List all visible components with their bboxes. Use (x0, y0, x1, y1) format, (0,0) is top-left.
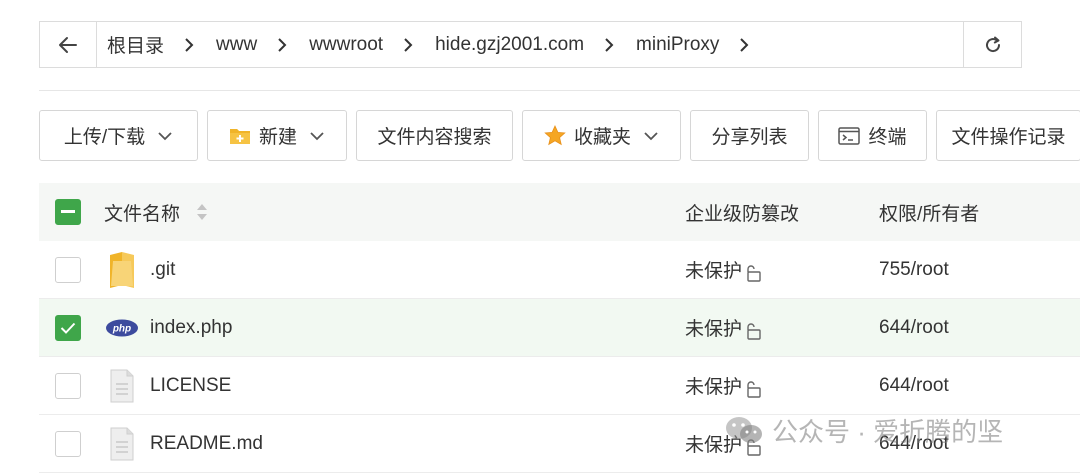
chevron-down-icon (643, 131, 659, 141)
header-protect: 企业级防篡改 (685, 203, 800, 225)
file-name-cell[interactable]: README.md (104, 427, 263, 461)
upload-download-button[interactable]: 上传/下载 (39, 110, 198, 161)
breadcrumb-item-wwwroot[interactable]: wwwroot (309, 34, 395, 56)
protect-cell[interactable]: 未保护 (685, 372, 762, 399)
table-row[interactable]: php index.php 未保护 644/root (39, 299, 1080, 357)
header-name[interactable]: 文件名称 (104, 199, 208, 226)
toolbar: 上传/下载 新建 文件内容搜索 收藏夹 分享列表 终端 文件操作记录 (39, 110, 1080, 161)
folder-icon (104, 251, 140, 289)
new-button[interactable]: 新建 (207, 110, 347, 161)
file-name-cell[interactable]: LICENSE (104, 369, 231, 403)
select-all-cell (55, 199, 81, 225)
breadcrumb: 根目录 www wwwroot hide.gzj2001.com miniPro… (97, 22, 963, 67)
upload-download-label: 上传/下载 (63, 127, 146, 148)
watermark-text: 公众号 · 爱折腾的坚 (772, 417, 1004, 447)
unlock-icon (747, 380, 761, 398)
header-perm: 权限/所有者 (879, 203, 980, 225)
table-header: 文件名称 企业级防篡改 权限/所有者 (39, 183, 1080, 241)
row-checkbox[interactable] (55, 373, 81, 399)
document-icon (104, 369, 140, 403)
breadcrumb-item-www[interactable]: www (216, 34, 269, 56)
refresh-button[interactable] (963, 22, 1021, 67)
row-check-cell (55, 257, 81, 283)
row-check-cell (55, 315, 81, 341)
sort-icon[interactable] (196, 202, 208, 222)
new-folder-icon (229, 126, 251, 145)
file-name: index.php (150, 316, 233, 338)
unlock-icon (747, 264, 761, 282)
perm-cell[interactable]: 755/root (879, 259, 949, 281)
star-icon (544, 125, 566, 146)
php-icon: php (104, 319, 140, 337)
share-list-label: 分享列表 (711, 127, 788, 148)
chevron-down-icon (157, 131, 173, 141)
perm-cell[interactable]: 644/root (879, 375, 949, 397)
file-manager: 根目录 www wwwroot hide.gzj2001.com miniPro… (0, 0, 1080, 474)
header-name-label: 文件名称 (104, 203, 181, 225)
breadcrumb-item-root[interactable]: 根目录 (107, 31, 176, 58)
watermark: 公众号 · 爱折腾的坚 (724, 412, 1003, 449)
row-checkbox[interactable] (55, 315, 81, 341)
unlock-icon (747, 322, 761, 340)
perm-cell[interactable]: 644/root (879, 317, 949, 339)
row-check-cell (55, 373, 81, 399)
file-name-cell[interactable]: .git (104, 251, 175, 289)
table-row[interactable]: .git 未保护 755/root (39, 241, 1080, 299)
chevron-right-icon (395, 37, 435, 53)
arrow-left-icon (59, 36, 77, 53)
minus-icon (61, 210, 75, 213)
chevron-right-icon (731, 37, 771, 53)
chevron-right-icon (176, 37, 216, 53)
protect-status: 未保护 (685, 377, 743, 398)
chevron-right-icon (596, 37, 636, 53)
back-button[interactable] (40, 22, 97, 67)
terminal-button[interactable]: 终端 (818, 110, 927, 161)
breadcrumb-item-miniproxy[interactable]: miniProxy (636, 34, 731, 56)
table-row[interactable]: LICENSE 未保护 644/root (39, 357, 1080, 415)
select-all-checkbox[interactable] (55, 199, 81, 225)
file-name-cell[interactable]: php index.php (104, 317, 232, 339)
file-name: .git (150, 258, 176, 280)
content-search-label: 文件内容搜索 (377, 127, 492, 148)
check-icon (60, 322, 76, 334)
divider (39, 90, 1080, 91)
terminal-icon (838, 126, 861, 145)
path-bar: 根目录 www wwwroot hide.gzj2001.com miniPro… (39, 21, 1022, 68)
php-icon-label: php (112, 323, 131, 334)
protect-cell[interactable]: 未保护 (685, 256, 762, 283)
operation-log-button[interactable]: 文件操作记录 (936, 110, 1080, 161)
new-label: 新建 (258, 127, 297, 148)
row-checkbox[interactable] (55, 431, 81, 457)
file-name: README.md (150, 432, 263, 454)
protect-status: 未保护 (685, 261, 743, 282)
refresh-icon (985, 36, 1000, 52)
row-check-cell (55, 431, 81, 457)
chevron-down-icon (309, 131, 325, 141)
chevron-right-icon (269, 37, 309, 53)
protect-cell[interactable]: 未保护 (685, 314, 762, 341)
breadcrumb-item-domain[interactable]: hide.gzj2001.com (435, 34, 596, 56)
document-icon (104, 427, 140, 461)
content-search-button[interactable]: 文件内容搜索 (356, 110, 513, 161)
wechat-icon (724, 415, 764, 447)
protect-status: 未保护 (685, 319, 743, 340)
file-name: LICENSE (150, 374, 232, 396)
share-list-button[interactable]: 分享列表 (690, 110, 809, 161)
terminal-label: 终端 (868, 127, 907, 148)
row-checkbox[interactable] (55, 257, 81, 283)
operation-log-label: 文件操作记录 (951, 127, 1066, 148)
favorites-button[interactable]: 收藏夹 (522, 110, 681, 161)
favorites-label: 收藏夹 (573, 127, 631, 148)
